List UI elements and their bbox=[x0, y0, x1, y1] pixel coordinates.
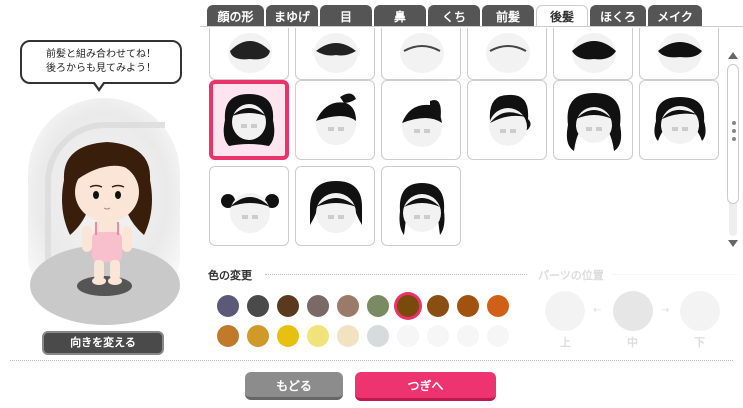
hair-option[interactable] bbox=[295, 28, 375, 80]
color-swatch[interactable] bbox=[277, 295, 299, 317]
empty-swatch bbox=[457, 325, 479, 347]
turn-direction-button[interactable]: 向きを変える bbox=[42, 331, 164, 355]
tab-face-shape[interactable]: 顔の形 bbox=[207, 5, 264, 27]
color-swatch[interactable] bbox=[367, 295, 389, 317]
color-swatch[interactable] bbox=[217, 295, 239, 317]
color-swatch[interactable] bbox=[337, 325, 359, 347]
color-swatch[interactable] bbox=[247, 325, 269, 347]
color-swatch[interactable] bbox=[337, 295, 359, 317]
scroll-thumb[interactable] bbox=[727, 64, 739, 204]
tab-bar: 顔の形 まゆげ 目 鼻 くち 前髪 後髪 ほくろ メイク bbox=[207, 5, 743, 27]
scroll-down-icon[interactable] bbox=[728, 240, 738, 247]
speech-line-1: 前髪と組み合わせてね！ bbox=[46, 49, 156, 60]
position-down-button[interactable] bbox=[680, 291, 720, 331]
tab-makeup[interactable]: メイク bbox=[648, 5, 702, 27]
next-button[interactable]: つぎへ bbox=[355, 372, 496, 401]
position-up-button[interactable] bbox=[545, 291, 585, 331]
position-down-label: 下 bbox=[694, 336, 705, 349]
color-change-label: 色の変更 bbox=[208, 269, 252, 282]
hair-option[interactable] bbox=[381, 80, 461, 160]
hair-options-grid bbox=[207, 28, 725, 250]
empty-swatch bbox=[487, 325, 509, 347]
color-swatch[interactable] bbox=[397, 295, 419, 317]
left-arrow-icon: ← bbox=[593, 305, 602, 316]
tab-underline bbox=[200, 26, 743, 27]
speech-line-2: 後ろからも見てみよう！ bbox=[46, 63, 156, 74]
hair-option[interactable] bbox=[467, 28, 547, 80]
grid-scrollbar[interactable] bbox=[727, 50, 739, 250]
color-swatch[interactable] bbox=[457, 295, 479, 317]
speech-bubble: 前髪と組み合わせてね！ 後ろからも見てみよう！ bbox=[20, 40, 182, 84]
position-up-label: 上 bbox=[560, 336, 571, 349]
hair-option-selected[interactable] bbox=[209, 80, 289, 160]
color-swatch[interactable] bbox=[277, 325, 299, 347]
color-swatch[interactable] bbox=[247, 295, 269, 317]
color-swatch[interactable] bbox=[367, 325, 389, 347]
hair-option[interactable] bbox=[553, 80, 633, 160]
tab-eyebrows[interactable]: まゆげ bbox=[266, 5, 318, 27]
avatar bbox=[62, 142, 152, 285]
parts-position-label: パーツの位置 bbox=[538, 269, 604, 282]
back-button[interactable]: もどる bbox=[245, 372, 343, 400]
hair-option[interactable] bbox=[209, 166, 289, 246]
color-swatch[interactable] bbox=[217, 325, 239, 347]
right-arrow-icon: → bbox=[661, 305, 670, 316]
tab-eyes[interactable]: 目 bbox=[320, 5, 372, 27]
color-swatch[interactable] bbox=[427, 295, 449, 317]
hair-option[interactable] bbox=[381, 28, 461, 80]
hair-option[interactable] bbox=[381, 166, 461, 246]
empty-swatch bbox=[427, 325, 449, 347]
empty-swatch bbox=[397, 325, 419, 347]
hair-option[interactable] bbox=[295, 166, 375, 246]
tab-mouth[interactable]: くち bbox=[428, 5, 480, 27]
hair-option[interactable] bbox=[295, 80, 375, 160]
hair-option[interactable] bbox=[639, 28, 719, 80]
scroll-up-icon[interactable] bbox=[728, 52, 738, 59]
tab-mole[interactable]: ほくろ bbox=[590, 5, 646, 27]
hair-option[interactable] bbox=[467, 80, 547, 160]
color-swatch[interactable] bbox=[307, 325, 329, 347]
tab-front-hair[interactable]: 前髪 bbox=[482, 5, 534, 27]
hair-option[interactable] bbox=[639, 80, 719, 160]
footer-divider bbox=[10, 360, 733, 361]
hair-option[interactable] bbox=[209, 28, 289, 80]
position-middle-button[interactable] bbox=[613, 291, 653, 331]
position-middle-label: 中 bbox=[627, 336, 638, 349]
hair-option[interactable] bbox=[553, 28, 633, 80]
color-swatch[interactable] bbox=[307, 295, 329, 317]
tab-back-hair[interactable]: 後髪 bbox=[536, 5, 588, 27]
color-swatch[interactable] bbox=[487, 295, 509, 317]
tab-nose[interactable]: 鼻 bbox=[374, 5, 426, 27]
